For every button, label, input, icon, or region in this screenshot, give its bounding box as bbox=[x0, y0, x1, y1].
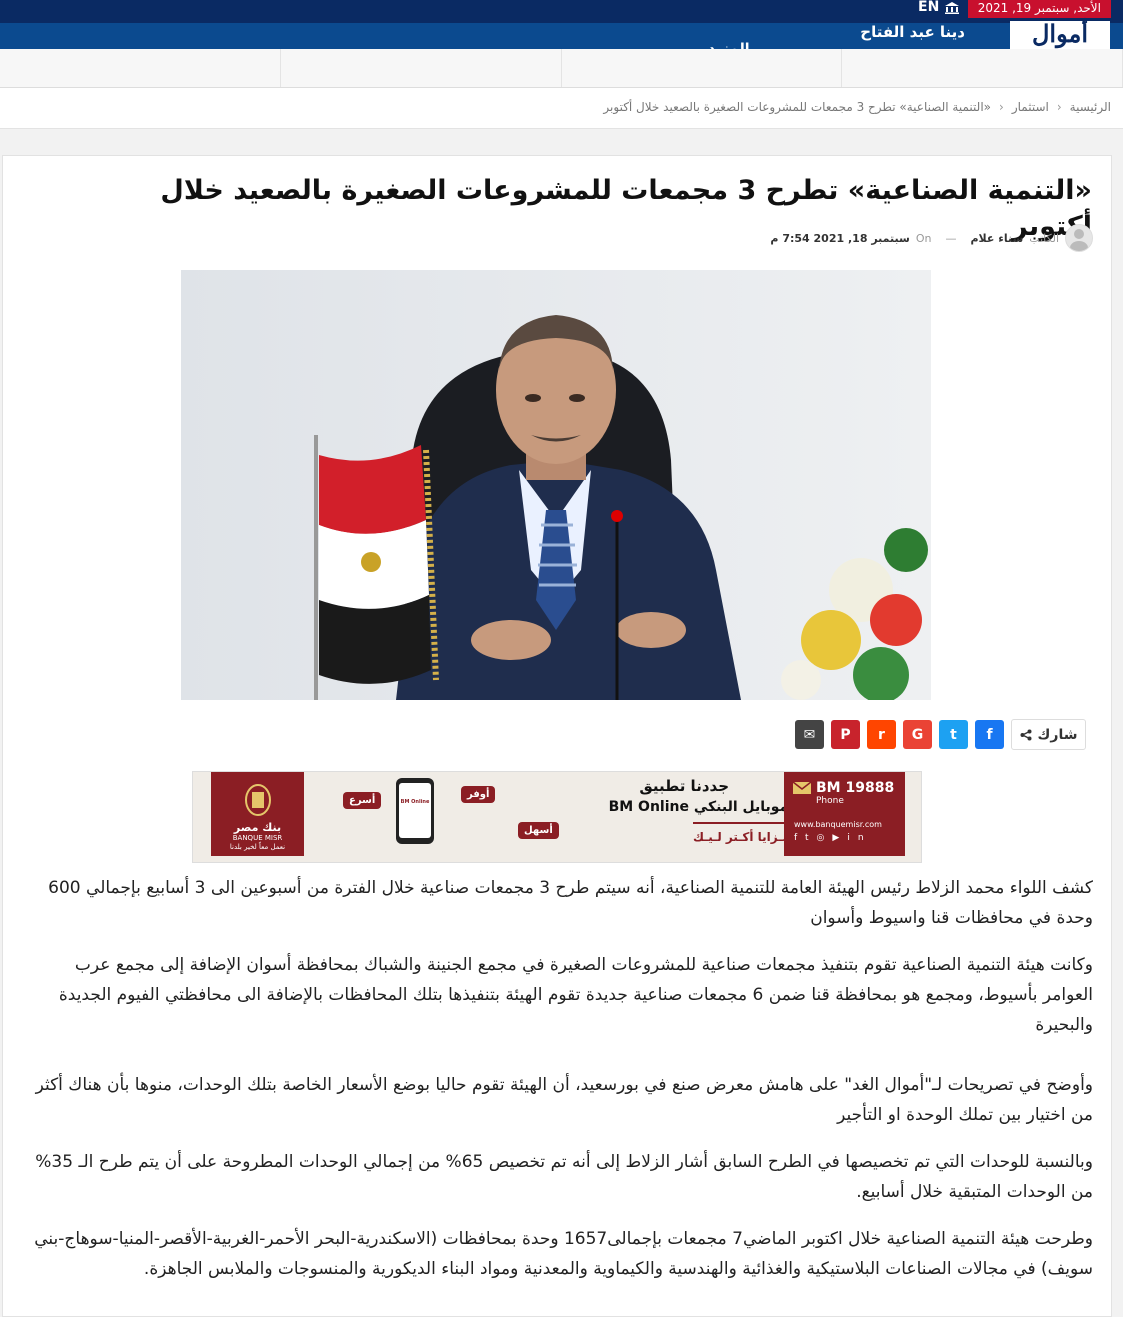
article-featured-image bbox=[181, 270, 931, 700]
share-label: شارك bbox=[1037, 726, 1078, 743]
sub-nav-slot[interactable] bbox=[281, 49, 562, 87]
pinterest-share-button[interactable]: P bbox=[831, 720, 860, 749]
ad-facebook-icon: f bbox=[794, 833, 806, 843]
breadcrumb-section[interactable]: استثمار bbox=[1012, 100, 1049, 114]
facebook-share-button[interactable]: f bbox=[975, 720, 1004, 749]
google-share-button[interactable]: G bbox=[903, 720, 932, 749]
sub-nav-slot[interactable] bbox=[0, 49, 281, 87]
banque-misr-ad-banner[interactable]: بنك مصر BANQUE MISR نعمل معاً لخير بلدنا… bbox=[192, 771, 922, 863]
breadcrumb-chevron-icon: ‹ bbox=[1056, 100, 1062, 114]
bank-icon bbox=[945, 1, 960, 14]
reddit-share-button[interactable]: r bbox=[867, 720, 896, 749]
ad-hotline: BM 19888 bbox=[816, 780, 895, 796]
article-card: «التنمية الصناعية» تطرح 3 مجمعات للمشروع… bbox=[2, 155, 1112, 1317]
ad-instagram-icon: ◎ bbox=[816, 833, 833, 843]
ad-youtube-icon: ▶ bbox=[832, 833, 848, 843]
share-bar: ✉ P r G t f شارك bbox=[795, 719, 1086, 750]
ad-badge-cheaper: أوفر bbox=[461, 786, 496, 803]
author-avatar-icon[interactable] bbox=[1065, 224, 1093, 252]
writer-name[interactable]: سناء علام bbox=[970, 232, 1023, 245]
language-switch[interactable]: EN bbox=[918, 0, 960, 15]
date-badge: الأحد, سبتمبر 19, 2021 bbox=[967, 0, 1111, 18]
ad-app-label: BM Online bbox=[400, 799, 430, 805]
top-bar: الأحد, سبتمبر 19, 2021 EN bbox=[0, 0, 1123, 23]
article-paragraph: وبالنسبة للوحدات التي تم تخصيصها في الطر… bbox=[35, 1152, 1093, 1202]
article-paragraph: كشف اللواء محمد الزلاط رئيس الهيئة العام… bbox=[48, 878, 1093, 928]
official-portrait-illustration bbox=[181, 270, 931, 700]
nav-author-link[interactable]: دينا عبد الفتاح bbox=[860, 23, 965, 41]
breadcrumb-chevron-icon: ‹ bbox=[999, 100, 1004, 114]
ad-phone-illustration: BM Online bbox=[396, 778, 434, 844]
main-nav: أموال دينا عبد الفتاح المزيد bbox=[0, 21, 1123, 57]
breadcrumb-current: «التنمية الصناعية» تطرح 3 مجمعات للمشروع… bbox=[603, 100, 991, 114]
ad-social-icons: ft◎▶in bbox=[794, 833, 905, 843]
share-label-box[interactable]: شارك bbox=[1011, 719, 1086, 750]
meta-dash: — bbox=[945, 231, 957, 245]
sub-nav-slot[interactable] bbox=[562, 49, 843, 87]
ad-twitter-icon: t bbox=[805, 833, 817, 843]
ad-website: www.banquemisr.com bbox=[794, 820, 882, 829]
share-icon bbox=[1020, 729, 1032, 740]
ad-bank-name-en: BANQUE MISR bbox=[232, 834, 283, 842]
breadcrumb: الرئيسية ‹ استثمار ‹ «التنمية الصناعية» … bbox=[0, 88, 1123, 129]
ad-headline: جددنا تطبيق bbox=[639, 777, 729, 795]
article-paragraph: وأوضح في تصريحات لـ"أموال الغد" على هامش… bbox=[35, 1075, 1093, 1125]
envelope-icon bbox=[792, 781, 812, 794]
on-label: On bbox=[915, 231, 932, 245]
ad-subheadline: الموبايل البنكي BM Online bbox=[608, 799, 799, 815]
email-share-button[interactable]: ✉ bbox=[795, 720, 824, 749]
ad-hotline-sub: Phone bbox=[816, 796, 844, 806]
article-paragraph: وطرحت هيئة التنمية الصناعية خلال اكتوبر … bbox=[34, 1229, 1093, 1279]
article-paragraph: وكانت هيئة التنمية الصناعية تقوم بتنفيذ … bbox=[58, 955, 1093, 1035]
ad-contact-block: BM 19888 Phone www.banquemisr.com ft◎▶in bbox=[784, 772, 905, 856]
publish-date: سبتمبر 18, 2021 7:54 م bbox=[770, 231, 910, 245]
ad-bank-name-ar: بنك مصر bbox=[233, 821, 282, 834]
ad-bank-logo: بنك مصر BANQUE MISR نعمل معاً لخير بلدنا bbox=[211, 772, 304, 856]
twitter-share-button[interactable]: t bbox=[939, 720, 968, 749]
ad-linkedin-icon: in bbox=[847, 833, 872, 843]
language-label[interactable]: EN bbox=[918, 0, 939, 15]
ad-bank-slogan: نعمل معاً لخير بلدنا bbox=[229, 843, 286, 851]
breadcrumb-home[interactable]: الرئيسية bbox=[1070, 100, 1111, 114]
ad-text-block: جددنا تطبيق الموبايل البنكي BM Online بـ… bbox=[549, 776, 799, 849]
sub-nav bbox=[0, 49, 1123, 88]
writer-label: الكاتب bbox=[1029, 231, 1059, 245]
article-body: كشف اللواء محمد الزلاط رئيس الهيئة العام… bbox=[23, 873, 1093, 1301]
bank-emblem-icon bbox=[244, 784, 271, 816]
article-meta: الكاتب سناء علام — On سبتمبر 18, 2021 7:… bbox=[770, 224, 1093, 252]
ad-badge-faster: أسرع bbox=[343, 792, 382, 809]
sub-nav-slot[interactable] bbox=[842, 49, 1123, 87]
